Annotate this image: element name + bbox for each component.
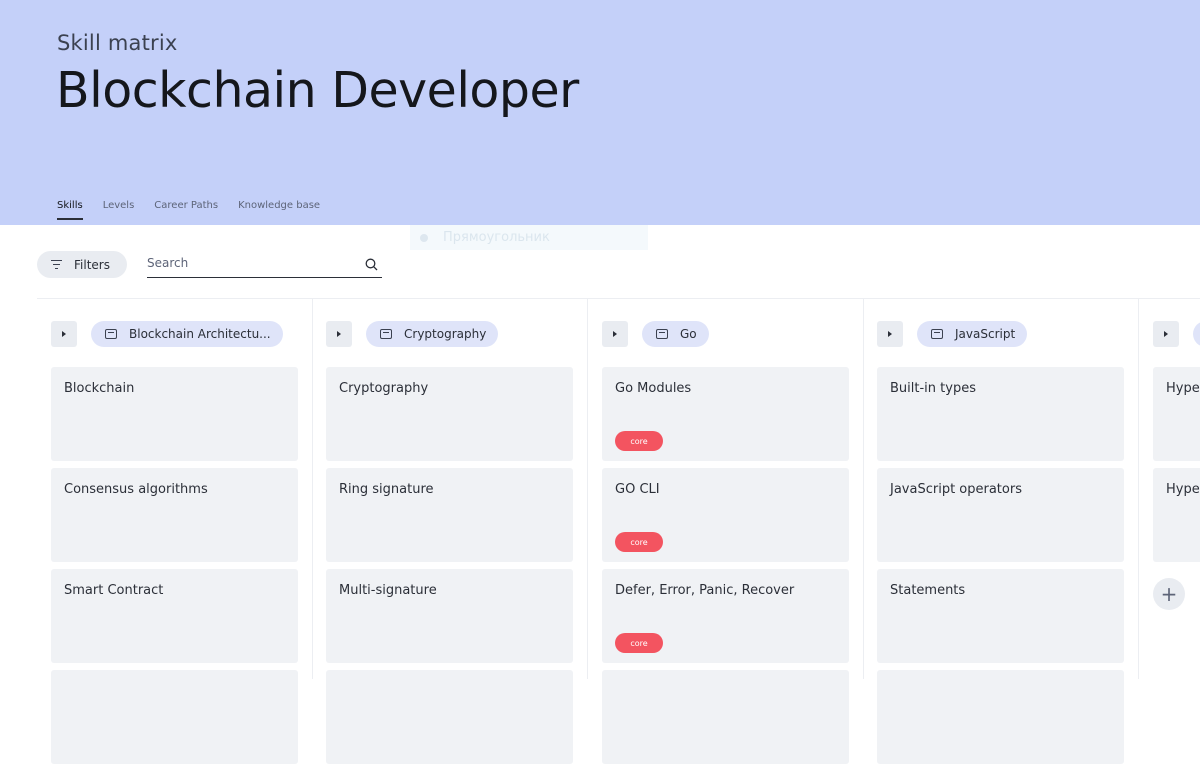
column-blockchain-architecture: Blockchain Architectu... Blockchain Cons… <box>37 299 312 764</box>
filters-button[interactable]: Filters <box>37 251 127 278</box>
skill-label: Hype <box>1166 381 1200 396</box>
skill-card[interactable]: JavaScript operators <box>877 468 1124 562</box>
skill-card[interactable]: Hype <box>1153 468 1200 562</box>
add-skill-button[interactable]: + <box>1153 578 1185 610</box>
skill-label: Consensus algorithms <box>64 482 208 497</box>
skill-card[interactable]: Smart Contract <box>51 569 298 663</box>
skill-label: GO CLI <box>615 482 660 497</box>
column-partial: Hype Hype + <box>1139 299 1200 679</box>
tab-knowledge-base[interactable]: Knowledge base <box>238 200 320 220</box>
category-chip[interactable] <box>1193 321 1200 347</box>
category-label: JavaScript <box>955 327 1016 341</box>
page-title: Blockchain Developer <box>56 62 579 119</box>
category-chip[interactable]: Go <box>642 321 709 347</box>
column-cryptography: Cryptography Cryptography Ring signature… <box>312 299 587 764</box>
search-icon[interactable] <box>365 258 378 271</box>
tab-levels[interactable]: Levels <box>103 200 135 220</box>
folder-icon <box>105 329 117 339</box>
skill-card[interactable]: Go Modules core <box>602 367 849 461</box>
ghost-text: Прямоугольник <box>443 230 550 245</box>
core-badge: core <box>615 532 663 552</box>
caret-right-icon <box>888 331 892 337</box>
skill-label: Smart Contract <box>64 583 164 598</box>
skill-label: Hype <box>1166 482 1200 497</box>
skill-card[interactable] <box>51 670 298 764</box>
skill-card[interactable]: Cryptography <box>326 367 573 461</box>
page-subtitle: Skill matrix <box>57 31 178 55</box>
skill-label: Defer, Error, Panic, Recover <box>615 583 795 598</box>
category-label: Go <box>680 327 697 341</box>
skill-card[interactable]: Built-in types <box>877 367 1124 461</box>
category-label: Cryptography <box>404 327 487 341</box>
caret-right-icon <box>613 331 617 337</box>
collapse-button[interactable] <box>326 321 352 347</box>
skill-card[interactable] <box>326 670 573 764</box>
category-chip[interactable]: Blockchain Architectu... <box>91 321 283 347</box>
plus-icon: + <box>1160 582 1178 606</box>
category-label: Blockchain Architectu... <box>129 327 271 341</box>
filters-label: Filters <box>74 257 110 272</box>
skill-card[interactable] <box>877 670 1124 764</box>
skill-label: Multi-signature <box>339 583 437 598</box>
skill-label: Ring signature <box>339 482 434 497</box>
skill-label: Statements <box>890 583 966 598</box>
skill-card[interactable]: Consensus algorithms <box>51 468 298 562</box>
collapse-button[interactable] <box>1153 321 1179 347</box>
filter-icon <box>51 259 62 270</box>
skill-card[interactable]: GO CLI core <box>602 468 849 562</box>
page-header: Skill matrix Blockchain Developer Skills… <box>0 0 1200 225</box>
category-chip[interactable]: Cryptography <box>366 321 499 347</box>
skill-card[interactable]: Hype <box>1153 367 1200 461</box>
folder-icon <box>931 329 943 339</box>
skill-label: JavaScript operators <box>890 482 1022 497</box>
search-input[interactable] <box>147 254 347 270</box>
category-chip[interactable]: JavaScript <box>917 321 1028 347</box>
skill-label: Built-in types <box>890 381 976 396</box>
search-field <box>147 252 382 278</box>
skill-card[interactable]: Statements <box>877 569 1124 663</box>
collapse-button[interactable] <box>602 321 628 347</box>
core-badge: core <box>615 431 663 451</box>
skill-card[interactable] <box>602 670 849 764</box>
caret-right-icon <box>62 331 66 337</box>
collapse-button[interactable] <box>877 321 903 347</box>
skill-label: Cryptography <box>339 381 429 396</box>
ghost-layer-label: Прямоугольник <box>410 225 648 250</box>
skill-card[interactable]: Defer, Error, Panic, Recover core <box>602 569 849 663</box>
skills-board: Blockchain Architectu... Blockchain Cons… <box>37 298 1200 764</box>
tab-skills[interactable]: Skills <box>57 200 83 220</box>
column-javascript: JavaScript Built-in types JavaScript ope… <box>863 299 1138 764</box>
caret-right-icon <box>1164 331 1168 337</box>
folder-icon <box>656 329 668 339</box>
skill-card[interactable]: Blockchain <box>51 367 298 461</box>
tab-career-paths[interactable]: Career Paths <box>154 200 218 220</box>
skill-card[interactable]: Multi-signature <box>326 569 573 663</box>
skill-label: Blockchain <box>64 381 135 396</box>
caret-right-icon <box>337 331 341 337</box>
folder-icon <box>380 329 392 339</box>
skill-label: Go Modules <box>615 381 692 396</box>
ghost-dot-icon <box>420 233 428 242</box>
column-go: Go Go Modules core GO CLI core Defer, Erro… <box>588 299 863 764</box>
collapse-button[interactable] <box>51 321 77 347</box>
skill-card[interactable]: Ring signature <box>326 468 573 562</box>
tab-bar: Skills Levels Career Paths Knowledge bas… <box>57 200 320 220</box>
core-badge: core <box>615 633 663 653</box>
